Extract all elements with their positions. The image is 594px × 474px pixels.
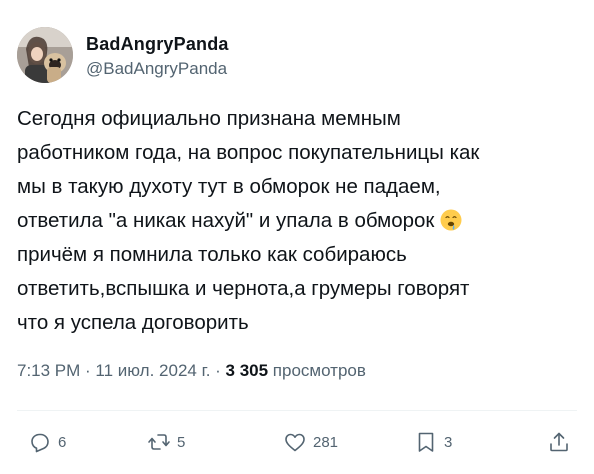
tweet-text-line: причём я помнила только как собираюсь <box>17 243 407 266</box>
tweet-text-line-with-emoji: ответила "а никак нахуй" и упала в обмор… <box>17 204 582 238</box>
tweet-time[interactable]: 7:13 PM <box>17 361 80 380</box>
meta-separator: · <box>210 361 226 380</box>
like-count: 281 <box>313 433 339 451</box>
retweet-count: 5 <box>177 433 186 451</box>
face-with-spiral-eyes-drool-emoji-icon <box>440 209 462 231</box>
tweet-date[interactable]: 11 июл. 2024 г. <box>95 361 210 380</box>
tweet-text-line: работником года, на вопрос покупательниц… <box>17 141 480 164</box>
tweet-text: Сегодня официально признана мемным работ… <box>17 102 582 340</box>
tweet-text-line: мы в такую духоту тут в обморок не падае… <box>17 175 441 198</box>
reply-count: 6 <box>58 433 67 451</box>
reply-button[interactable]: 6 <box>28 428 66 456</box>
tweet-text-line: ответить,вспышка и чернота,а грумеры гов… <box>17 277 470 300</box>
retweet-button[interactable]: 5 <box>147 428 185 456</box>
avatar-photo-icon <box>17 27 73 83</box>
heart-icon <box>285 433 305 452</box>
bookmark-icon <box>418 432 434 452</box>
tweet-text-line: ответила "а никак нахуй" и упала в обмор… <box>17 209 435 232</box>
retweet-icon <box>148 434 170 450</box>
bookmark-button[interactable]: 3 <box>414 428 452 456</box>
tweet-card: BadAngryPanda @BadAngryPanda Сегодня офи… <box>0 0 594 474</box>
bookmark-count: 3 <box>444 433 453 451</box>
meta-separator: · <box>80 361 96 380</box>
divider <box>17 410 577 411</box>
tweet-meta: 7:13 PM · 11 июл. 2024 г. · 3 305 просмо… <box>17 361 366 381</box>
author-handle[interactable]: @BadAngryPanda <box>86 59 227 79</box>
views-count: 3 305 <box>225 361 269 380</box>
reply-icon <box>31 433 49 453</box>
action-bar: 6 5 281 3 <box>17 428 577 456</box>
like-button[interactable]: 281 <box>283 428 338 456</box>
share-button[interactable] <box>547 428 571 456</box>
views-label: просмотров <box>268 361 366 380</box>
share-icon <box>550 432 568 452</box>
tweet-text-line: что я успела договорить <box>17 311 249 334</box>
tweet-text-line: Сегодня официально признана мемным <box>17 107 401 130</box>
author-display-name[interactable]: BadAngryPanda <box>86 33 229 55</box>
author-avatar[interactable] <box>17 27 73 83</box>
